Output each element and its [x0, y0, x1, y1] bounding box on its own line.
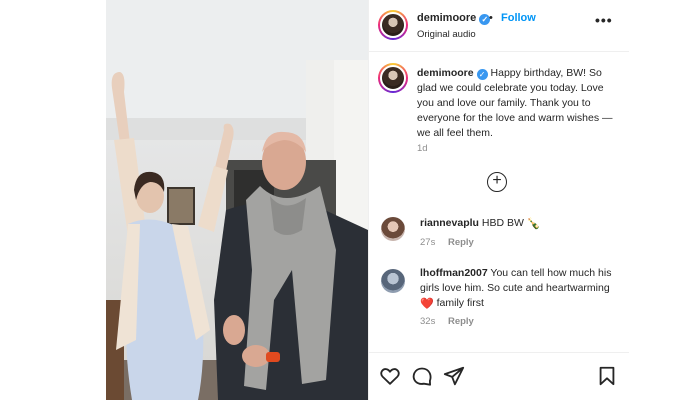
video-frame [106, 0, 368, 400]
page-left-margin [0, 0, 106, 400]
post-video[interactable] [106, 0, 368, 400]
reply-button[interactable]: Reply [448, 316, 474, 327]
comment-timestamp[interactable]: 32s [420, 316, 435, 327]
author-username[interactable]: demimoore ✓ [417, 12, 491, 25]
add-circle-icon[interactable]: + [487, 172, 507, 192]
comment-body: HBD BW [481, 217, 524, 229]
post-action-bar [369, 352, 629, 400]
header-separator: • [489, 12, 493, 24]
champagne-emoji-icon: 🍾 [526, 218, 541, 230]
comment-body-end: family first [436, 297, 484, 309]
share-icon[interactable] [443, 365, 465, 387]
original-audio-link[interactable]: Original audio [417, 29, 476, 40]
verified-badge-icon: ✓ [476, 69, 488, 80]
caption-avatar[interactable] [378, 63, 408, 93]
comment-username[interactable]: riannevaplu [420, 217, 479, 229]
comment-username[interactable]: lhoffman2007 [420, 267, 488, 279]
comment-meta: 27s Reply [420, 237, 484, 248]
caption-text: demimoore ✓ Happy birthday, BW! So glad w… [417, 66, 617, 141]
post-side-panel: demimoore ✓ • Follow Original audio ••• d… [368, 0, 629, 400]
bookmark-icon[interactable] [596, 365, 618, 387]
caption-timestamp[interactable]: 1d [417, 143, 428, 154]
author-username-text[interactable]: demimoore [417, 12, 476, 24]
heart-icon[interactable] [379, 365, 401, 387]
post-header: demimoore ✓ • Follow Original audio ••• [369, 0, 629, 52]
comment-text: riannevaplu HBD BW 🍾 [420, 216, 620, 232]
comment-timestamp[interactable]: 27s [420, 237, 435, 248]
author-avatar[interactable] [378, 10, 408, 40]
comment-meta: 32s Reply [420, 316, 484, 327]
comment-icon[interactable] [411, 365, 433, 387]
page-right-margin [628, 0, 700, 400]
comment-text: lhoffman2007 You can tell how much his g… [420, 266, 620, 312]
comment-avatar[interactable] [381, 217, 405, 241]
more-options-icon[interactable]: ••• [595, 12, 613, 28]
caption-username[interactable]: demimoore [417, 67, 474, 79]
heart-emoji-icon: ❤️ [420, 298, 434, 310]
follow-button[interactable]: Follow [501, 12, 536, 24]
comment-avatar[interactable] [381, 269, 405, 293]
reply-button[interactable]: Reply [448, 237, 474, 248]
